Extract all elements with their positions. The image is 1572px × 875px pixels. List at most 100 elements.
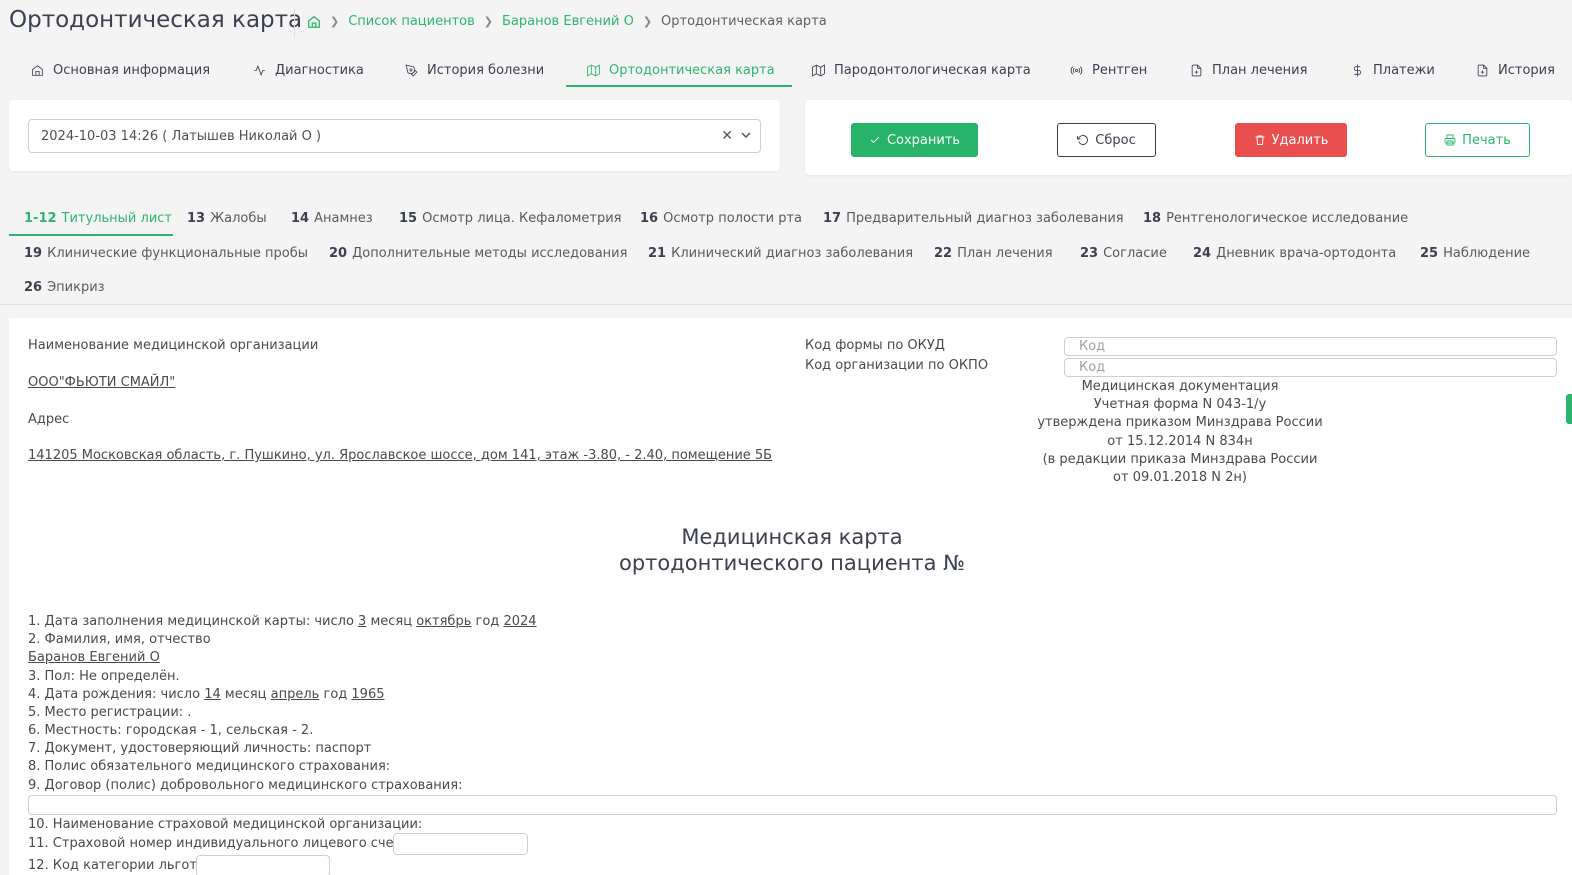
subtab-num: 20: [329, 246, 348, 261]
file-plus-icon: [1477, 64, 1488, 76]
subtab-title-page[interactable]: 1-12 Титульный лист: [24, 211, 172, 226]
subtab-face-exam[interactable]: 15 Осмотр лица. Кефалометрия: [399, 211, 622, 226]
tab-treatment-plan[interactable]: План лечения: [1190, 52, 1307, 88]
clear-icon[interactable]: ✕: [721, 128, 733, 144]
subtab-orthodontist-diary[interactable]: 24 Дневник врача-ортодонта: [1193, 246, 1396, 261]
file-plus-icon: [1191, 64, 1202, 76]
tab-payments[interactable]: Платежи: [1351, 52, 1435, 88]
subtab-label: Предварительный диагноз заболевания: [846, 211, 1124, 226]
tab-periodontal-card[interactable]: Пародонтологическая карта: [812, 52, 1031, 88]
doc-info-line: Медицинская документация: [1081, 379, 1279, 394]
subtab-label: Осмотр полости рта: [663, 211, 802, 226]
subtab-complaints[interactable]: 13 Жалобы: [187, 211, 267, 226]
breadcrumb-patients-list[interactable]: Список пациентов: [348, 14, 475, 29]
subtab-num: 21: [648, 246, 667, 261]
benefit-code-input[interactable]: [196, 855, 330, 875]
doc-info-line: от 15.12.2014 N 834н: [1107, 433, 1253, 449]
subtab-observation[interactable]: 25 Наблюдение: [1420, 246, 1530, 261]
subtab-label: Дневник врача-ортодонта: [1216, 246, 1397, 261]
subtab-preliminary-diagnosis[interactable]: 17 Предварительный диагноз заболевания: [823, 211, 1124, 226]
subtab-clinical-diagnosis[interactable]: 21 Клинический диагноз заболевания: [648, 246, 913, 261]
home-icon[interactable]: [307, 15, 321, 29]
active-subtab-indicator: [9, 234, 173, 236]
insurance-org-label: 10. Наименование страховой медицинской о…: [28, 817, 423, 832]
subtab-additional-methods[interactable]: 20 Дополнительные методы исследования: [329, 246, 627, 261]
trash-icon: [1255, 135, 1265, 145]
doc-info-line: (в редакции приказа Минздрава России: [1042, 451, 1318, 467]
breadcrumb-patient[interactable]: Баранов Евгений О: [502, 14, 634, 29]
printer-icon: [1444, 134, 1456, 146]
save-label: Сохранить: [886, 132, 961, 148]
home-icon: [32, 64, 43, 76]
side-handle[interactable]: [1566, 394, 1572, 424]
chevron-down-icon[interactable]: [740, 127, 752, 143]
map-icon: [587, 63, 600, 77]
reset-button[interactable]: Сброс: [1057, 123, 1156, 157]
tab-label: История: [1498, 62, 1555, 78]
tab-medical-history[interactable]: История болезни: [405, 52, 544, 88]
chevron-right-icon: ❯: [642, 15, 653, 28]
rotate-ccw-icon: [1077, 135, 1089, 145]
subtab-num: 16: [640, 211, 659, 226]
save-button[interactable]: Сохранить: [851, 123, 978, 157]
subtab-treatment-plan[interactable]: 22 План лечения: [934, 246, 1053, 261]
sex-line: 3. Пол: Не определён.: [28, 669, 180, 684]
fill-date-month-label: месяц: [370, 614, 413, 629]
dms-policy-label: 9. Договор (полис) добровольного медицин…: [28, 778, 463, 793]
subtab-epicrisis[interactable]: 26 Эпикриз: [24, 280, 105, 295]
tab-label: Основная информация: [53, 62, 211, 78]
tab-label: Ортодонтическая карта: [609, 62, 775, 78]
birth-date-label: 4. Дата рождения: число: [28, 687, 201, 702]
document-title-line2: ортодонтического пациента №: [618, 551, 965, 575]
org-label: Наименование медицинской организации: [28, 338, 319, 353]
oms-policy-line: 8. Полис обязательного медицинского стра…: [28, 759, 391, 774]
tab-history[interactable]: История: [1476, 52, 1555, 88]
check-icon: [870, 136, 880, 144]
subtab-label: Жалобы: [210, 211, 267, 226]
subtabs-divider: [0, 304, 1572, 305]
fill-date-year: 2024: [503, 614, 537, 629]
subtab-label: Клинические функциональные пробы: [47, 246, 309, 261]
record-select[interactable]: 2024-10-03 14:26 ( Латышев Николай О ) ✕: [28, 119, 761, 153]
tab-basic-info[interactable]: Основная информация: [31, 52, 210, 88]
subtab-num: 1-12: [24, 211, 57, 226]
subtab-xray-exam[interactable]: 18 Рентгенологическое исследование: [1143, 211, 1408, 226]
subtab-consent[interactable]: 23 Согласие: [1080, 246, 1167, 261]
subtab-num: 25: [1420, 246, 1439, 261]
benefit-code-label: 12. Код категории льготы:: [28, 858, 212, 873]
subtab-label: Рентгенологическое исследование: [1166, 211, 1409, 226]
activity-icon: [254, 64, 265, 76]
radio-icon: [1070, 65, 1083, 75]
delete-button[interactable]: Удалить: [1235, 123, 1347, 157]
subtab-num: 26: [24, 280, 43, 295]
doc-info-line: Учетная форма N 043-1/у: [1093, 397, 1267, 413]
org-name: ООО"ФЬЮТИ СМАЙЛ": [28, 375, 176, 390]
record-select-value: 2024-10-03 14:26 ( Латышев Николай О ): [41, 128, 322, 144]
tab-label: Рентген: [1092, 62, 1148, 78]
okud-input[interactable]: Код: [1064, 337, 1557, 356]
subtab-label: Согласие: [1103, 246, 1167, 261]
map-icon: [812, 63, 825, 77]
tab-orthodontic-card[interactable]: Ортодонтическая карта: [587, 52, 775, 88]
chevron-right-icon: ❯: [330, 15, 340, 28]
print-button[interactable]: Печать: [1425, 123, 1530, 157]
address-label: Адрес: [28, 412, 70, 427]
snils-label: 11. Страховой номер индивидуального лице…: [28, 836, 414, 851]
tab-xray[interactable]: Рентген: [1070, 52, 1147, 88]
birth-date-line: 4. Дата рождения: число 14 месяц апрель …: [28, 687, 385, 702]
subtab-num: 18: [1143, 211, 1162, 226]
dms-policy-input[interactable]: [28, 795, 1557, 815]
okpo-input[interactable]: Код: [1064, 358, 1557, 377]
fill-date-year-label: год: [475, 614, 500, 629]
doc-info-line: от 09.01.2018 N 2н): [1113, 470, 1247, 486]
subtab-num: 23: [1080, 246, 1099, 261]
subtab-oral-exam[interactable]: 16 Осмотр полости рта: [640, 211, 802, 226]
id-document-line: 7. Документ, удостоверяющий личность: па…: [28, 741, 372, 756]
subtab-functional-tests[interactable]: 19 Клинические функциональные пробы: [24, 246, 308, 261]
subtab-num: 22: [934, 246, 953, 261]
title-divider: [294, 9, 295, 37]
snils-input[interactable]: [393, 833, 528, 855]
subtab-num: 15: [399, 211, 418, 226]
subtab-anamnesis[interactable]: 14 Анамнез: [291, 211, 373, 226]
tab-diagnostics[interactable]: Диагностика: [253, 52, 364, 88]
